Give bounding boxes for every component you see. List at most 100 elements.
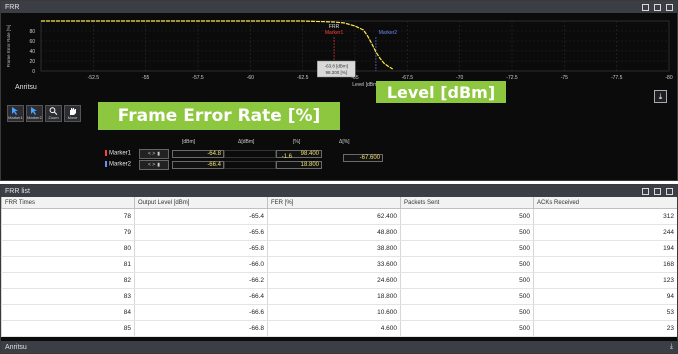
header-delta-pct: Δ[%] [339, 139, 350, 145]
close-icon[interactable] [666, 187, 673, 195]
marker-label: Marker2 [379, 30, 398, 36]
download-icon[interactable]: ⤓ [654, 90, 667, 103]
x-tick-label: -80 [665, 75, 672, 81]
table-row[interactable]: 83 -66.4 18.800 500 94 [1, 288, 677, 305]
frr-chart[interactable]: 020406080-52.5 -55 -57.5 -60 -62.5 -65 -67.5 -7… [1, 13, 677, 105]
header-dbm: [dBm] [182, 139, 196, 145]
anritsu-logo: Anritsu [15, 84, 37, 91]
magnifier-icon [49, 107, 58, 115]
column-header[interactable]: ACKs Received [533, 197, 677, 209]
cursor-icon [12, 107, 18, 115]
frr-titlebar: FRR [1, 1, 677, 13]
marker1-nav-buttons[interactable]: < > ▮ [139, 148, 169, 159]
header-pct: [%] [293, 139, 301, 145]
frr-list-title: FRR list [5, 187, 30, 195]
y-tick-label: 80 [29, 29, 35, 35]
table-cell: -65.6 [134, 224, 268, 241]
table-cell: -66.2 [134, 272, 268, 289]
frr-list-body: 78 -65.4 62.400 500 312 79 -65.6 48.800 500 244 80… [1, 208, 677, 337]
table-cell: 85 [1, 320, 135, 337]
frr-list-footer: Anritsu ⤓ [1, 341, 677, 353]
table-cell: 18.800 [267, 288, 401, 305]
x-tick-label: -62.5 [297, 75, 309, 81]
table-cell: 168 [533, 256, 677, 273]
table-row[interactable]: 82 -66.2 24.600 500 123 [1, 272, 677, 289]
trash-icon[interactable]: ▮ [157, 162, 160, 168]
table-row[interactable]: 80 -65.8 38.800 500 194 [1, 240, 677, 257]
table-cell: 312 [533, 208, 677, 225]
table-cell: 123 [533, 272, 677, 289]
table-cell: -66.4 [134, 288, 268, 305]
chart-toolbar: Marker1 Marker2 Zoom Move [7, 105, 81, 122]
marker2-nav-buttons[interactable]: < > ▮ [139, 159, 169, 170]
level-callout: Level [dBm] [376, 81, 506, 103]
table-cell: 33.600 [267, 256, 401, 273]
download-icon[interactable]: ⤓ [670, 343, 673, 351]
close-icon[interactable] [666, 3, 673, 11]
window-controls [642, 187, 673, 195]
table-cell: 38.800 [267, 240, 401, 257]
table-row[interactable]: 85 -66.8 4.600 500 23 [1, 320, 677, 337]
column-header[interactable]: FER [%] [267, 197, 401, 209]
marker1-tool-button[interactable]: Marker1 [7, 105, 24, 122]
y-tick-label: 0 [32, 69, 35, 75]
maximize-icon[interactable] [654, 3, 661, 11]
table-cell: 23 [533, 320, 677, 337]
tool-label: Move [67, 115, 78, 120]
x-tick-label: -52.5 [88, 75, 100, 81]
move-tool-button[interactable]: Move [64, 105, 81, 122]
marker1-color-swatch [105, 150, 107, 157]
y-tick-label: 40 [29, 49, 35, 55]
table-cell: 78 [1, 208, 135, 225]
table-cell: 10.600 [267, 304, 401, 321]
delta-dbm-value: -1.6 [281, 154, 292, 160]
tooltip-line: -63.8 [dBm] [325, 64, 348, 69]
y-tick-label: 20 [29, 59, 35, 65]
zoom-tool-button[interactable]: Zoom [45, 105, 62, 122]
table-row[interactable]: 79 -65.6 48.800 500 244 [1, 224, 677, 241]
table-cell: -66.0 [134, 256, 268, 273]
table-cell: 53 [533, 304, 677, 321]
table-cell: 500 [400, 304, 534, 321]
y-axis-label: Frame Error Rate [%] [6, 25, 11, 68]
table-cell: 194 [533, 240, 677, 257]
hand-icon [70, 108, 76, 115]
table-cell: 500 [400, 224, 534, 241]
marker2-label: Marker2 [109, 161, 132, 168]
trash-icon[interactable]: ▮ [157, 151, 160, 157]
restore-icon[interactable] [642, 187, 649, 195]
x-tick-label: -72.5 [506, 75, 518, 81]
x-tick-label: -60 [247, 75, 254, 81]
marker2-name: Marker2 [105, 161, 139, 168]
table-row[interactable]: 84 -66.6 10.600 500 53 [1, 304, 677, 321]
table-cell: -65.4 [134, 208, 268, 225]
cursor-icon [31, 107, 37, 115]
maximize-icon[interactable] [654, 187, 661, 195]
x-tick-label: -75 [561, 75, 568, 81]
restore-icon[interactable] [642, 3, 649, 11]
table-cell: 500 [400, 256, 534, 273]
table-row[interactable]: 78 -65.4 62.400 500 312 [1, 208, 677, 225]
x-tick-label: -77.5 [611, 75, 623, 81]
marker1-label: Marker1 [109, 150, 132, 157]
marker1-dbm-value: -64.8 [172, 149, 224, 158]
marker2-color-swatch [105, 161, 107, 168]
x-tick-label: -55 [142, 75, 149, 81]
frr-list-panel: FRR list FRR Times Output Level [dBm] FE… [0, 184, 678, 354]
table-cell: 4.600 [267, 320, 401, 337]
table-cell: 80 [1, 240, 135, 257]
marker2-tool-button[interactable]: Marker2 [26, 105, 43, 122]
marker2-dbm-value: -66.4 [172, 160, 224, 169]
column-header[interactable]: FRR Times [1, 197, 135, 209]
frr-list-table: FRR Times Output Level [dBm] FER [%] Pac… [1, 197, 677, 337]
table-row[interactable]: 81 -66.0 33.600 500 168 [1, 256, 677, 273]
column-header[interactable]: Packets Sent [400, 197, 534, 209]
table-cell: -66.8 [134, 320, 268, 337]
frr-panel-title: FRR [5, 3, 20, 11]
table-cell: 500 [400, 288, 534, 305]
header-delta-dbm: Δ[dBm] [238, 139, 255, 145]
tool-label: Marker1 [8, 115, 23, 120]
table-cell: 48.800 [267, 224, 401, 241]
column-header[interactable]: Output Level [dBm] [134, 197, 268, 209]
table-cell: 500 [400, 272, 534, 289]
